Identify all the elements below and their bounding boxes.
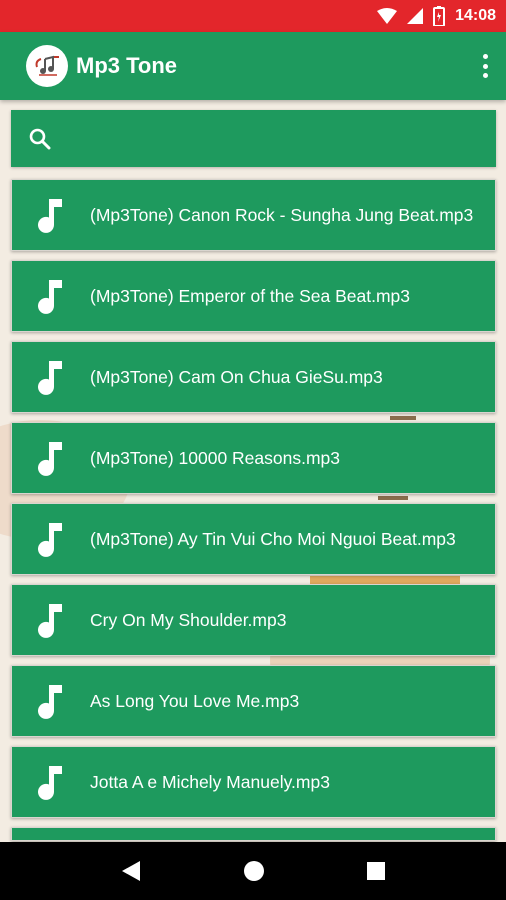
signal-icon [407,8,424,24]
music-note-icon [12,359,90,395]
app-bar: Mp3 Tone [0,32,506,100]
battery-icon [433,6,446,26]
status-clock: 14:08 [455,7,496,24]
music-note-icon [12,521,90,557]
list-item[interactable]: Cry On My Shoulder.mp3 [11,584,496,656]
song-title: (Mp3Tone) Canon Rock - Sungha Jung Beat.… [90,204,474,225]
navigation-bar [0,842,506,900]
app-title: Mp3 Tone [76,53,178,78]
song-title: Jotta A e Michely Manuely.mp3 [90,771,330,792]
list-item[interactable]: Jotta A e Michely Manuely.mp3 [11,746,496,818]
song-title: (Mp3Tone) Cam On Chua GieSu.mp3 [90,366,383,387]
more-vert-icon[interactable] [480,54,490,78]
search-icon[interactable] [29,128,51,150]
list-item-partial[interactable] [11,827,496,841]
home-circle-icon[interactable] [242,859,266,883]
wifi-icon [377,8,398,24]
song-title: (Mp3Tone) Ay Tin Vui Cho Moi Nguoi Beat.… [90,528,456,549]
song-list: (Mp3Tone) Canon Rock - Sungha Jung Beat.… [11,179,496,841]
recents-square-icon[interactable] [366,861,386,881]
song-title: (Mp3Tone) Emperor of the Sea Beat.mp3 [90,285,411,306]
music-logo-icon [26,45,68,87]
music-note-icon [12,683,90,719]
song-title: As Long You Love Me.mp3 [90,690,300,711]
song-title: (Mp3Tone) 10000 Reasons.mp3 [90,447,341,468]
search-input[interactable] [65,118,496,159]
back-triangle-icon[interactable] [120,860,142,882]
list-item[interactable]: (Mp3Tone) Cam On Chua GieSu.mp3 [11,341,496,413]
list-item[interactable]: (Mp3Tone) Ay Tin Vui Cho Moi Nguoi Beat.… [11,503,496,575]
music-note-icon [12,602,90,638]
list-item[interactable]: As Long You Love Me.mp3 [11,665,496,737]
list-item[interactable]: (Mp3Tone) Emperor of the Sea Beat.mp3 [11,260,496,332]
music-note-icon [12,197,90,233]
music-note-icon [12,278,90,314]
song-title: Cry On My Shoulder.mp3 [90,609,287,630]
status-bar: 14:08 [0,0,506,32]
search-bar [11,110,496,167]
music-note-icon [12,440,90,476]
list-item[interactable]: (Mp3Tone) Canon Rock - Sungha Jung Beat.… [11,179,496,251]
music-note-icon [12,764,90,800]
list-item[interactable]: (Mp3Tone) 10000 Reasons.mp3 [11,422,496,494]
